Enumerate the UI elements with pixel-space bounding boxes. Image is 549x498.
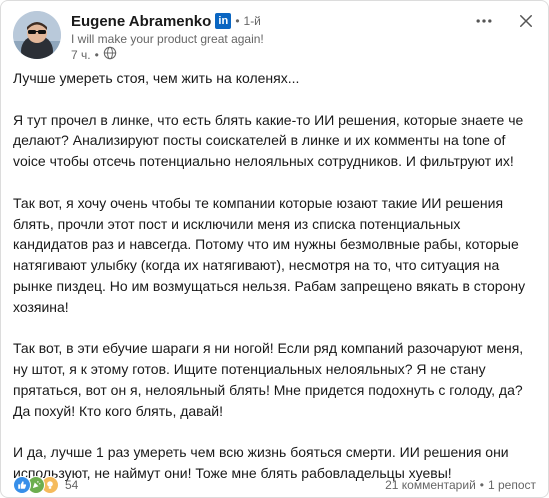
avatar[interactable] [13,11,61,59]
feed-post: Eugene Abramenko in • 1-й I will make yo… [0,0,549,498]
engagement-stats: 21 комментарий • 1 репост [385,478,536,492]
reactions-summary[interactable]: 54 [13,476,78,494]
author-headline: I will make your product great again! [71,32,264,46]
time-separator: • [94,48,99,62]
author-info: Eugene Abramenko in • 1-й I will make yo… [71,11,264,63]
author-name-row: Eugene Abramenko in • 1-й [71,11,264,31]
close-icon[interactable] [514,9,538,33]
reaction-count: 54 [65,478,79,492]
post-header: Eugene Abramenko in • 1-й I will make yo… [13,9,538,65]
stats-separator: • [479,478,484,492]
post-meta: 7 ч. • [71,46,264,64]
post-controls [472,9,538,33]
post-body: Лучше умереть стоя, чем жить на коленях.… [13,68,538,484]
globe-icon [103,46,117,64]
post-paragraph: Так вот, в эти ебучие шараги я ни ногой!… [13,340,524,419]
like-reaction-icon [13,476,31,494]
post-time: 7 ч. [71,48,91,62]
social-counts: 54 21 комментарий • 1 репост [13,475,536,495]
avatar-image [13,11,61,59]
author-name[interactable]: Eugene Abramenko [71,13,211,30]
post-paragraph: Так вот, я хочу очень чтобы те компании … [13,194,526,315]
more-horizontal-icon[interactable] [472,9,496,33]
post-paragraph: Я тут прочел в линке, что есть блять как… [13,111,524,170]
linkedin-premium-icon: in [215,13,232,29]
degree-separator: • [235,14,240,28]
reposts-count-link[interactable]: 1 репост [488,478,536,492]
post-paragraph: Лучше умереть стоя, чем жить на коленях.… [13,70,300,86]
comments-count-link[interactable]: 21 комментарий [385,478,476,492]
connection-degree: 1-й [243,14,261,28]
